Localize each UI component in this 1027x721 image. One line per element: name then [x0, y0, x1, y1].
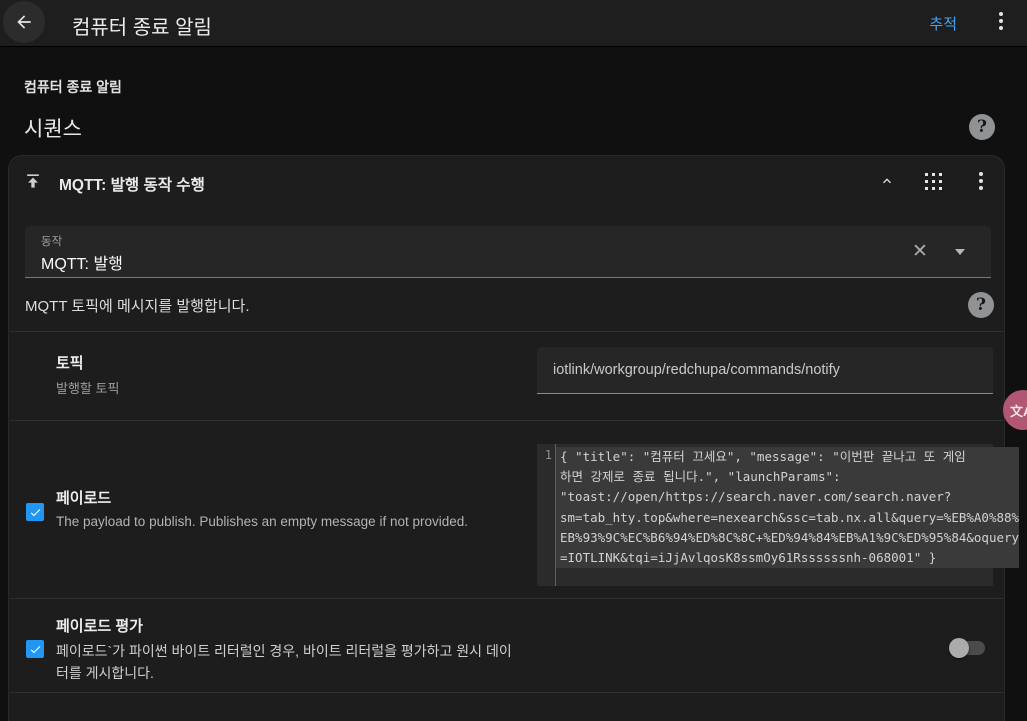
action-select-value: MQTT: 발행	[41, 256, 123, 273]
code-line: EB%93%9C%EC%B6%94%ED%8C%8C+%ED%94%84%EB%…	[556, 527, 1020, 549]
automation-editor-screen: 컴퓨터 종료 알림 추적 컴퓨터 종료 알림 시퀀스 ? MQTT: 발행 동작…	[0, 0, 1027, 721]
back-arrow-icon	[17, 15, 31, 29]
drag-handle-icon[interactable]	[922, 170, 946, 194]
payload-code-editor[interactable]: 1 { "title": "컴퓨터 끄세요", "message": "이번판 …	[537, 444, 1020, 586]
action-card-title: MQTT: 발행 동작 수행	[59, 177, 205, 194]
action-select[interactable]: 동작 MQTT: 발행 ✕	[25, 226, 991, 278]
payload-label: 페이로드	[56, 490, 112, 507]
topic-input-value: iotlink/workgroup/redchupa/commands/noti…	[553, 362, 840, 378]
sequence-help-icon[interactable]: ?	[969, 114, 995, 140]
divider	[10, 331, 1003, 332]
back-button[interactable]	[3, 1, 45, 43]
page-title: 컴퓨터 종료 알림	[72, 17, 212, 39]
check-icon	[30, 645, 40, 653]
code-line: { "title": "컴퓨터 끄세요", "message": "이번판 끝나…	[556, 447, 1020, 468]
action-menu-icon[interactable]	[969, 169, 993, 193]
app-bar: 컴퓨터 종료 알림 추적	[0, 0, 1027, 47]
overflow-menu-icon[interactable]	[989, 9, 1013, 33]
action-select-label: 동작	[41, 236, 63, 248]
clear-icon[interactable]: ✕	[909, 240, 931, 262]
topic-input[interactable]: iotlink/workgroup/redchupa/commands/noti…	[537, 347, 993, 394]
breadcrumb: 컴퓨터 종료 알림	[24, 79, 122, 95]
editor-line-number: 1	[537, 444, 556, 586]
divider	[10, 598, 1003, 599]
code-line: sm=tab_hty.top&where=nexearch&ssc=tab.nx…	[556, 507, 1020, 528]
mqtt-action-card: MQTT: 발행 동작 수행 동작 MQTT: 발행 ✕ MQTT 토픽에 메시…	[8, 155, 1020, 721]
action-description: MQTT 토픽에 메시지를 발행합니다.	[25, 298, 250, 315]
payload-checkbox[interactable]	[26, 503, 44, 521]
payload-eval-description: 페이로드`가 파이썬 바이트 리터럴인 경우, 바이트 리터럴을 평가하고 원시…	[56, 643, 512, 681]
topic-sublabel: 발행할 토픽	[56, 381, 120, 396]
code-line: =IOTLINK&tqi=iJjAvlqosK8ssmOy61Rssssssnh…	[556, 548, 1020, 569]
topic-label: 토픽	[56, 355, 84, 372]
editor-content: { "title": "컴퓨터 끄세요", "message": "이번판 끝나…	[556, 444, 1020, 586]
mqtt-help-icon[interactable]: ?	[968, 292, 994, 318]
chevron-down-icon[interactable]	[955, 249, 965, 255]
sequence-heading: 시퀀스	[24, 118, 82, 141]
payload-eval-toggle[interactable]	[949, 637, 987, 659]
code-line: "toast://open/https://search.naver.com/s…	[556, 487, 1020, 508]
code-line: 하면 강제로 종료 됩니다.", "launchParams":	[556, 467, 1020, 488]
check-icon	[30, 508, 40, 516]
payload-eval-label: 페이로드 평가	[56, 618, 143, 635]
divider	[10, 692, 1003, 693]
payload-description: The payload to publish. Publishes an emp…	[56, 514, 468, 529]
payload-eval-checkbox[interactable]	[26, 640, 44, 658]
trace-button[interactable]: 추적	[929, 13, 957, 34]
collapse-chevron-icon[interactable]	[875, 169, 899, 193]
divider	[10, 420, 1003, 421]
publish-icon	[27, 174, 39, 188]
translate-bubble[interactable]: 文A	[1003, 390, 1027, 430]
toggle-thumb	[949, 638, 969, 658]
